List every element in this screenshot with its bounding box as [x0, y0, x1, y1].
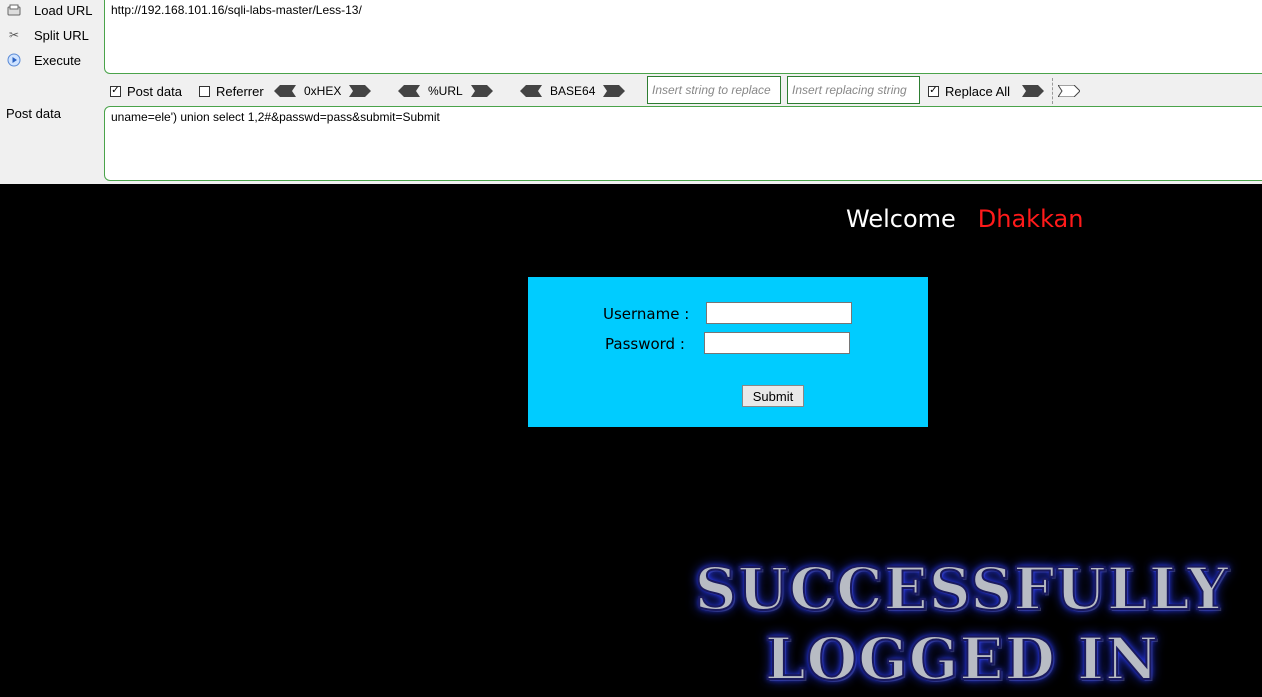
password-label: Password : — [605, 335, 685, 353]
base64-decode-arrow-icon[interactable] — [520, 85, 542, 97]
replace-with-placeholder: Insert replacing string — [792, 83, 907, 97]
username-input[interactable] — [706, 302, 852, 324]
replace-arrow-icon[interactable] — [1022, 85, 1044, 97]
load-url-button[interactable]: Load URL — [6, 0, 93, 20]
post-data-input[interactable]: uname=ele') union select 1,2#&passwd=pas… — [104, 106, 1262, 181]
url-encoder: %URL — [398, 82, 493, 100]
replace-all-option[interactable]: ✓ Replace All — [928, 82, 1010, 100]
execute-button[interactable]: Execute — [6, 50, 81, 70]
post-data-option[interactable]: ✓ Post data — [110, 82, 182, 100]
base64-encoder: BASE64 — [520, 82, 626, 100]
url-decode-arrow-icon[interactable] — [398, 85, 420, 97]
url-encode-label: %URL — [428, 84, 463, 98]
load-url-label: Load URL — [34, 2, 93, 18]
base64-encode-arrow-icon[interactable] — [603, 85, 626, 97]
username-label: Username : — [603, 305, 690, 323]
replace-next-arrow-icon[interactable] — [1058, 85, 1080, 97]
submit-label: Submit — [752, 388, 794, 404]
execute-label: Execute — [34, 52, 81, 68]
hackbar-toolbar: Load URL ✂ Split URL Execute http://192.… — [0, 0, 1262, 184]
hex-decode-arrow-icon[interactable] — [274, 85, 296, 97]
referrer-checkbox[interactable] — [199, 85, 210, 97]
base64-label: BASE64 — [550, 84, 596, 98]
referrer-option[interactable]: Referrer — [199, 82, 264, 100]
banner-line-1: SUCCESSFULLY — [694, 554, 1230, 624]
split-url-button[interactable]: ✂ Split URL — [6, 25, 89, 45]
post-data-checkbox[interactable]: ✓ — [110, 85, 121, 97]
load-url-icon — [6, 2, 22, 18]
banner-line-2: LOGGED IN — [764, 624, 1160, 694]
success-banner: SUCCESSFULLY LOGGED IN — [662, 554, 1262, 694]
url-value: http://192.168.101.16/sqli-labs-master/L… — [111, 3, 362, 17]
url-encode-arrow-icon[interactable] — [470, 85, 493, 97]
welcome-heading: Welcome Dhakkan — [846, 205, 1083, 233]
replace-all-label: Replace All — [945, 83, 1011, 99]
hex-label: 0xHEX — [304, 84, 342, 98]
post-data-side-label: Post data — [6, 106, 61, 121]
post-data-value: uname=ele') union select 1,2#&passwd=pas… — [111, 110, 440, 124]
split-url-label: Split URL — [34, 27, 89, 43]
hex-encoder: 0xHEX — [274, 82, 372, 100]
welcome-text: Welcome — [846, 205, 956, 233]
submit-button[interactable]: Submit — [742, 385, 804, 407]
replace-all-checkbox[interactable]: ✓ — [928, 85, 939, 97]
hex-encode-arrow-icon[interactable] — [349, 85, 372, 97]
login-form: Username : Password : Submit — [528, 277, 928, 427]
password-input[interactable] — [704, 332, 850, 354]
scissors-icon: ✂ — [8, 28, 20, 42]
post-data-option-label: Post data — [127, 83, 182, 99]
toolbar-separator — [1052, 78, 1053, 104]
welcome-name: Dhakkan — [977, 205, 1084, 233]
referrer-option-label: Referrer — [216, 83, 264, 99]
replace-find-placeholder: Insert string to replace — [652, 83, 771, 97]
replace-with-input[interactable]: Insert replacing string — [787, 76, 920, 104]
replace-find-input[interactable]: Insert string to replace — [647, 76, 781, 104]
play-icon — [6, 52, 22, 68]
url-input[interactable]: http://192.168.101.16/sqli-labs-master/L… — [104, 0, 1262, 74]
